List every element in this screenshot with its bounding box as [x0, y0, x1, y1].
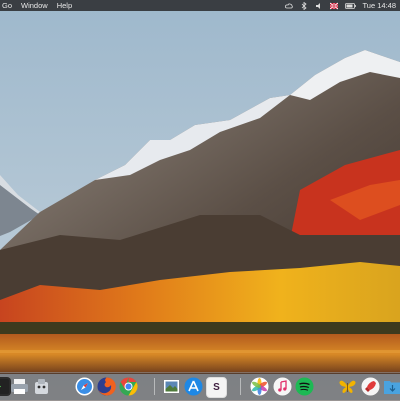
dock: S: [0, 372, 400, 401]
safari-icon[interactable]: [75, 377, 94, 396]
rocket-icon[interactable]: [361, 377, 380, 396]
dock-separator: [154, 378, 155, 395]
menu-bar: Go Window Help Tue 14:48: [0, 0, 400, 11]
printer-icon[interactable]: [10, 377, 29, 396]
menu-go[interactable]: Go: [2, 0, 12, 11]
app-store-icon[interactable]: [184, 377, 203, 396]
preview-icon[interactable]: [162, 377, 181, 396]
flag-icon[interactable]: [329, 2, 338, 10]
clock[interactable]: Tue 14:48: [363, 0, 397, 11]
volume-icon[interactable]: [315, 2, 323, 10]
dock-separator: [240, 378, 241, 395]
chrome-icon[interactable]: [119, 377, 138, 396]
photos-icon[interactable]: [250, 377, 269, 396]
slack-letter: S: [213, 382, 220, 393]
automator-icon[interactable]: [32, 377, 51, 396]
menu-window[interactable]: Window: [21, 0, 48, 11]
itunes-icon[interactable]: [273, 377, 292, 396]
menu-help[interactable]: Help: [57, 0, 72, 11]
butterfly-icon[interactable]: [338, 377, 357, 396]
spotify-icon[interactable]: [295, 377, 314, 396]
bluetooth-icon[interactable]: [300, 1, 308, 10]
downloads-folder-icon[interactable]: [383, 377, 400, 396]
slack-icon[interactable]: S: [206, 377, 227, 398]
firefox-icon[interactable]: [97, 377, 116, 396]
battery-icon[interactable]: [344, 2, 356, 10]
desktop-wallpaper: [0, 0, 400, 400]
creative-cloud-icon[interactable]: [284, 2, 293, 10]
